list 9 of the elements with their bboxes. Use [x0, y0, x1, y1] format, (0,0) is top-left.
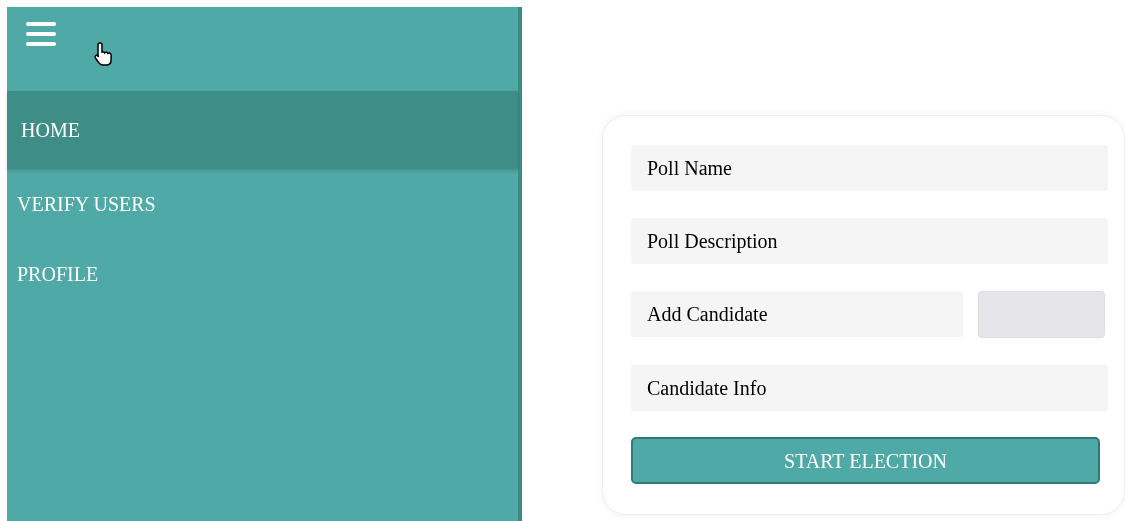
nav-item[interactable]: VERIFY USERS [7, 169, 518, 239]
nav-item[interactable]: PROFILE [7, 239, 518, 309]
menu-icon[interactable] [25, 19, 59, 49]
input-field[interactable]: Poll Description [631, 218, 1108, 264]
input-field[interactable]: Candidate Info [631, 365, 1108, 411]
nav-item[interactable]: HOME [7, 91, 518, 169]
input-field[interactable]: Poll Name [631, 145, 1108, 191]
input-field[interactable]: Add Candidate [631, 291, 963, 337]
start-election-button[interactable]: START ELECTION [631, 437, 1100, 484]
